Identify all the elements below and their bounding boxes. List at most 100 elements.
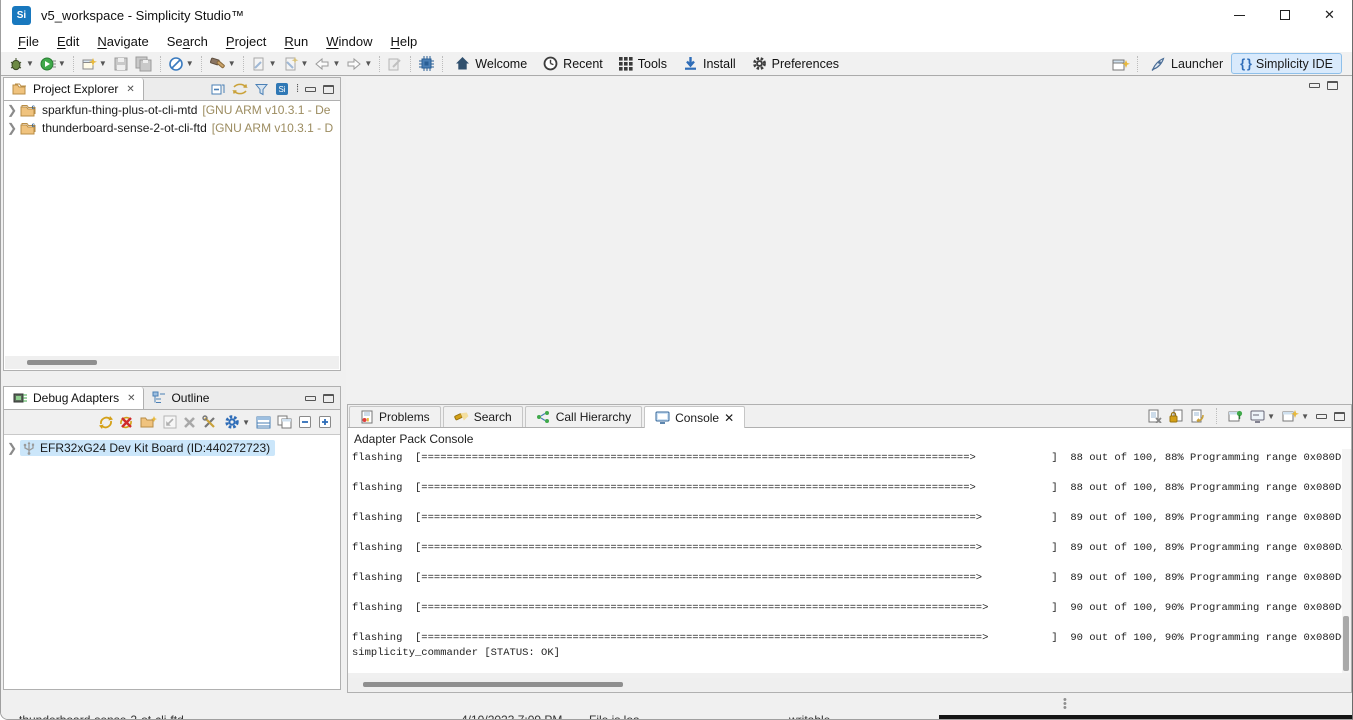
maximize-view-icon[interactable] [1327,81,1338,90]
copy-view-icon[interactable] [277,415,292,429]
window-minimize-button[interactable] [1217,0,1262,30]
connect-icon[interactable] [99,415,113,430]
link-with-editor-icon[interactable] [232,82,248,96]
scrollbar-thumb[interactable] [363,682,623,687]
tab-search[interactable]: Search [443,406,523,427]
minimize-view-icon[interactable] [1309,83,1320,88]
menu-edit[interactable]: Edit [48,32,88,51]
collapse-all-icon[interactable] [298,415,312,429]
tab-console[interactable]: Console ✕ [644,406,745,428]
install-button[interactable]: Install [675,53,744,75]
adapter-row[interactable]: ❯ EFR32xG24 Dev Kit Board (ID:440272723) [4,439,340,457]
show-on-output-icon[interactable] [1190,409,1205,423]
last-edit-icon [251,56,267,72]
adapter-settings-button[interactable]: ▼ [224,414,250,430]
statusbar-grip-icon[interactable]: ••• [1063,698,1067,710]
svg-text:Si: Si [278,85,285,94]
grid-icon [619,57,633,71]
last-edit-location-button[interactable]: ▼ [249,54,279,74]
run-button[interactable]: ▼ [38,54,68,74]
home-icon [455,56,470,71]
menu-file[interactable]: File [9,32,48,51]
close-icon[interactable]: ✕ [724,411,734,425]
toolbar-separator [201,56,202,72]
debug-button[interactable]: ▼ [6,54,36,74]
preferences-button[interactable]: Preferences [744,53,847,75]
project-name: sparkfun-thing-plus-ot-cli-mtd [42,103,197,117]
tab-project-explorer[interactable]: Project Explorer ✕ [4,78,144,100]
tab-debug-adapters[interactable]: Debug Adapters ✕ [4,387,144,409]
save-button[interactable] [111,54,131,74]
open-perspective-button[interactable] [1110,54,1132,74]
close-icon[interactable]: ✕ [127,393,135,404]
adapter-selected-row[interactable]: EFR32xG24 Dev Kit Board (ID:440272723) [20,440,275,456]
install-label: Install [703,57,736,71]
clock-icon [543,56,558,71]
si-view-icon[interactable]: Si [275,82,289,96]
tab-call-hierarchy[interactable]: Call Hierarchy [525,406,642,427]
pin-console-icon[interactable] [1228,409,1243,423]
gear-blue-icon [224,414,240,430]
display-console-button[interactable]: ▼ [1250,410,1275,423]
vertical-scrollbar[interactable] [1342,449,1350,673]
next-edit-location-button[interactable]: ▼ [281,54,311,74]
skip-breakpoints-button[interactable]: ▼ [166,54,196,74]
menu-project[interactable]: Project [217,32,275,51]
scrollbar-thumb[interactable] [1343,616,1349,671]
menu-search[interactable]: Search [158,32,217,51]
menu-navigate[interactable]: Navigate [88,32,157,51]
window-close-button[interactable]: ✕ [1307,0,1352,30]
expand-all-icon[interactable] [318,415,332,429]
maximize-view-icon[interactable] [323,85,334,94]
horizontal-scrollbar[interactable] [349,678,1350,691]
menu-run[interactable]: Run [275,32,317,51]
recent-button[interactable]: Recent [535,53,611,75]
open-console-button[interactable]: ▼ [1282,409,1309,423]
build-button[interactable]: ▼ [207,54,238,74]
collapse-all-icon[interactable] [211,82,225,96]
project-row[interactable]: ❯ c thunderboard-sense-2-ot-cli-ftd [GNU… [4,119,340,137]
close-icon[interactable]: ✕ [126,84,134,95]
project-row[interactable]: ❯ c sparkfun-thing-plus-ot-cli-mtd [GNU … [4,101,340,119]
rename-icon[interactable] [163,415,177,429]
chevron-right-icon[interactable]: ❯ [4,103,20,117]
save-all-button[interactable] [133,54,155,74]
clear-console-icon[interactable] [1147,409,1162,423]
minimize-view-icon[interactable] [1316,414,1327,419]
new-wizard-button[interactable]: ▼ [79,54,109,74]
back-button[interactable]: ▼ [312,54,342,74]
new-group-icon[interactable] [140,415,157,429]
welcome-button[interactable]: Welcome [447,53,535,75]
chevron-right-icon[interactable]: ❯ [4,121,20,135]
tools-wrench-icon[interactable] [202,415,218,430]
table-view-icon[interactable] [256,416,271,429]
window-maximize-button[interactable] [1262,0,1307,30]
tools-button[interactable]: Tools [611,53,675,75]
chevron-down-icon: ▼ [332,59,340,68]
debug-adapters-tabrow: Debug Adapters ✕ Outline [4,387,340,410]
maximize-view-icon[interactable] [323,394,334,403]
flash-programmer-button[interactable] [416,54,437,74]
forward-button[interactable]: ▼ [344,54,374,74]
maximize-view-icon[interactable] [1334,412,1345,421]
disconnect-icon[interactable] [119,415,134,430]
scroll-lock-icon[interactable] [1169,409,1183,423]
link-with-editor-button[interactable] [385,54,405,74]
simplicity-ide-label: Simplicity IDE [1256,57,1333,71]
scrollbar-thumb[interactable] [27,360,97,365]
chevron-right-icon[interactable]: ❯ [4,441,20,455]
tab-outline[interactable]: Outline [144,387,217,409]
editor-area [346,77,1352,400]
tab-problems[interactable]: Problems [349,406,441,427]
status-fragment: writable [789,713,830,720]
menu-help[interactable]: Help [381,32,426,51]
filter-icon[interactable] [255,83,268,96]
perspective-simplicity-ide[interactable]: { } Simplicity IDE [1231,53,1342,74]
horizontal-scrollbar[interactable] [5,356,339,369]
minimize-view-icon[interactable] [305,87,316,92]
delete-icon[interactable] [183,416,196,429]
view-menu-icon[interactable]: ⁞ [296,83,298,95]
menu-window[interactable]: Window [317,32,381,51]
minimize-view-icon[interactable] [305,396,316,401]
perspective-launcher[interactable]: Launcher [1142,54,1231,74]
